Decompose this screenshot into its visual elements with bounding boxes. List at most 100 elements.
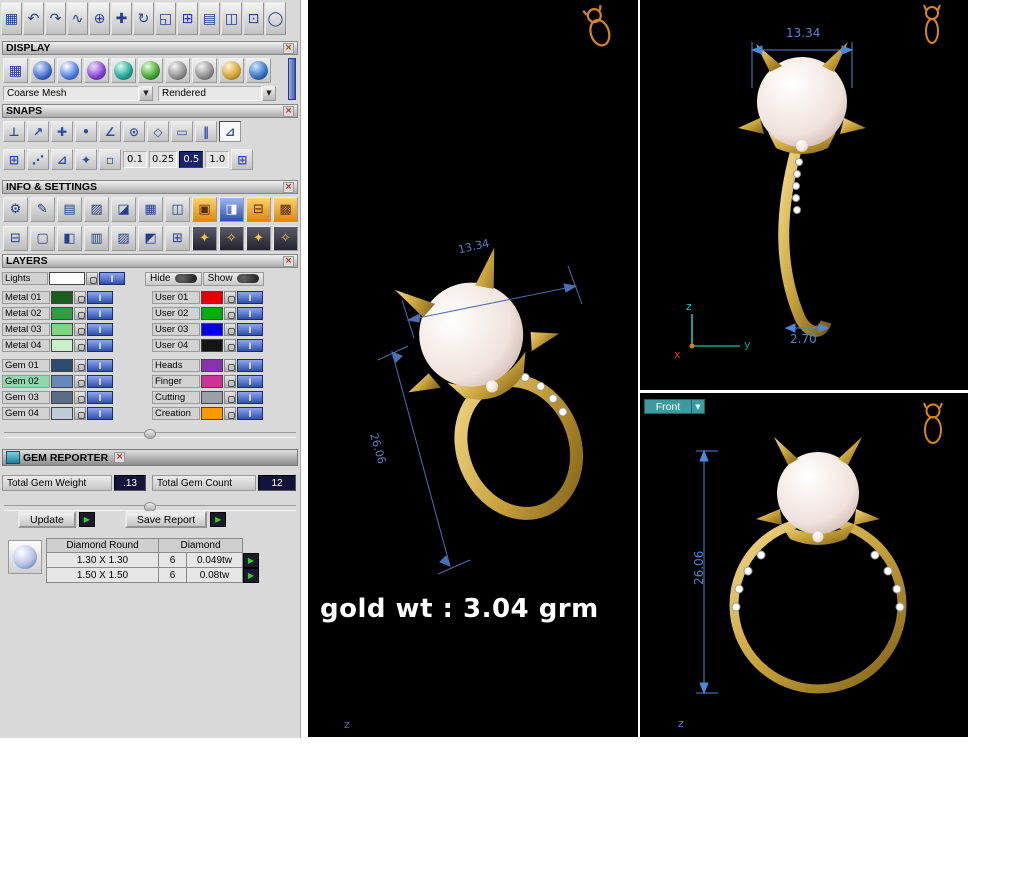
layer-label[interactable]: Metal 01 [2,291,50,304]
gem-reporter-header[interactable]: GEM REPORTER × [2,449,298,466]
rotate-tool-icon[interactable]: ↻ [133,2,154,35]
lock-icon[interactable] [74,307,86,320]
snap-angle-icon[interactable]: ∠ [99,121,121,142]
layer-color-swatch[interactable] [51,391,73,404]
gem-weight-cell[interactable]: 0.049tw [186,552,243,568]
lights-color-swatch[interactable] [49,272,85,285]
document-icon[interactable]: ◪ [111,197,136,222]
center-tool-icon[interactable]: ⊡ [243,2,264,35]
rendered-view-icon[interactable] [57,58,82,83]
snap-grid-icon[interactable]: ⊞ [3,149,25,170]
layer-label[interactable]: Metal 03 [2,323,50,336]
layer-label[interactable]: Gem 02 [2,375,50,388]
isolate-button[interactable]: I [87,359,113,372]
isolate-button[interactable]: I [237,359,263,372]
settings-tile2-icon[interactable]: ◨ [219,197,244,222]
frame-icon[interactable]: ▢ [30,226,55,251]
gem-weight-cell[interactable]: 0.08tw [186,567,243,583]
layer-label[interactable]: Gem 04 [2,407,50,420]
render-tile1-icon[interactable]: ✦ [192,226,217,251]
layer-label[interactable]: Finger [152,375,200,388]
snap-perpendicular-icon[interactable]: ⊥ [3,121,25,142]
layout-tool-icon[interactable]: ▤ [199,2,220,35]
lights-label[interactable]: Lights [2,272,48,285]
snap-midpoint-icon[interactable]: • [75,121,97,142]
layer-color-swatch[interactable] [201,307,223,320]
layer-color-swatch[interactable] [51,307,73,320]
gear-icon[interactable]: ⚙ [3,197,28,222]
update-button[interactable]: Update [18,511,76,528]
layer-label[interactable]: Cutting [152,391,200,404]
settings-tile1-icon[interactable]: ▣ [192,197,217,222]
layer-color-swatch[interactable] [51,339,73,352]
snap-triangle-icon[interactable]: ⊿ [51,149,73,170]
split-view-icon[interactable]: ◫ [221,2,242,35]
notes-icon[interactable]: ▨ [84,197,109,222]
lock-icon[interactable] [74,375,86,388]
snap-step-0.25[interactable]: 0.25 [149,151,178,168]
isolate-button[interactable]: I [87,307,113,320]
grid-tool-icon[interactable]: ▦ [1,2,22,35]
lock-icon[interactable] [224,291,236,304]
lights-lock-icon[interactable] [86,272,98,285]
isolate-button[interactable]: I [87,407,113,420]
layer-color-swatch[interactable] [51,375,73,388]
lock-icon[interactable] [74,291,86,304]
layer-label[interactable]: Metal 02 [2,307,50,320]
render-tile4-icon[interactable]: ✧ [273,226,298,251]
cube-icon[interactable]: ◧ [57,226,82,251]
settings-tile3-icon[interactable]: ⊟ [246,197,271,222]
render-tile3-icon[interactable]: ✦ [246,226,271,251]
lock-icon[interactable] [74,339,86,352]
update-run-icon[interactable]: ▶ [78,512,95,527]
gem-count-cell[interactable]: 6 [158,552,187,568]
display-close-icon[interactable]: × [283,42,294,54]
snap-step-0.5-selected[interactable]: 0.5 [179,151,204,168]
list-icon[interactable]: ▥ [84,226,109,251]
xray-view-icon[interactable] [138,58,163,83]
report-icon[interactable]: ▤ [57,197,82,222]
snap-quad-icon[interactable]: ◇ [147,121,169,142]
settings-tile4-icon[interactable]: ▩ [273,197,298,222]
lock-icon[interactable] [224,307,236,320]
lock-icon[interactable] [224,407,236,420]
lock-icon[interactable] [224,375,236,388]
isolate-button[interactable]: I [237,323,263,336]
gem-table-row[interactable]: 1.30 X 1.30 6 0.049tw ▶ [46,552,260,568]
undo-curve-icon[interactable]: ↶ [23,2,44,35]
grid-settings-icon[interactable]: ⊞ [165,226,190,251]
lock-icon[interactable] [74,359,86,372]
isolate-button[interactable]: I [237,339,263,352]
layer-label[interactable]: Metal 04 [2,339,50,352]
info-section-header[interactable]: INFO & SETTINGS × [2,180,298,194]
display-section-header[interactable]: DISPLAY × [2,41,298,55]
layer-label[interactable]: Creation [152,407,200,420]
pearl-view-icon[interactable] [192,58,217,83]
snap-ortho-icon[interactable]: ⊿ [219,121,241,142]
move-tool-icon[interactable]: ✚ [111,2,132,35]
shaded-view-icon[interactable] [30,58,55,83]
isolate-button[interactable]: I [87,291,113,304]
isolate-button[interactable]: I [237,391,263,404]
view-selector-dropdown[interactable]: Front ▼ [644,399,705,414]
isolate-button[interactable]: I [87,323,113,336]
scale-tool-icon[interactable]: ◱ [155,2,176,35]
layers-section-header[interactable]: LAYERS × [2,254,298,268]
environment-view-icon[interactable] [246,58,271,83]
matte-view-icon[interactable] [165,58,190,83]
collapse-handle-icon[interactable] [144,429,156,439]
layers-close-icon[interactable]: × [283,255,294,267]
lock-icon[interactable] [224,359,236,372]
snaps-section-header[interactable]: SNAPS × [2,104,298,118]
render-mode-dropdown[interactable]: Rendered ▼ [158,86,276,101]
snap-edge-icon[interactable]: ▭ [171,121,193,142]
layer-label[interactable]: Gem 01 [2,359,50,372]
save-report-button[interactable]: Save Report [124,511,208,528]
gem-table-row[interactable]: 1.50 X 1.50 6 0.08tw ▶ [46,567,260,583]
front-viewport[interactable]: Front ▼ 26.06 z [640,393,968,737]
lights-isolate-button[interactable]: I [99,272,125,285]
snap-step-1.0[interactable]: 1.0 [205,151,230,168]
info-close-icon[interactable]: × [283,181,294,193]
layer-color-swatch[interactable] [201,375,223,388]
layer-color-swatch[interactable] [51,359,73,372]
